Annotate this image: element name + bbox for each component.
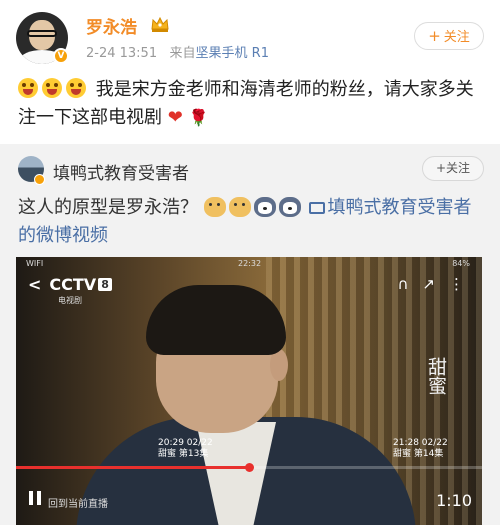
video-link-icon [309,202,326,214]
episode-14-title: 甜蜜 第14集 [393,449,444,459]
avatar-glasses [27,30,57,37]
repost-follow-label: 关注 [446,161,471,175]
husky-emoji-icon [278,197,301,217]
episode-marker-14: 21:28 02/22 甜蜜 第14集 [393,438,448,460]
episode-14-time: 21:28 02/22 [393,438,448,448]
post-timestamp: 2-24 13:51 [86,46,158,61]
video-progress-fill [16,466,249,469]
repost-card[interactable]: 填鸭式教育受害者 +关注 这人的原型是罗永浩？ 填鸭式教育受害者的微博视频 WI… [0,144,500,525]
rose-icon: 🌹 [188,108,209,127]
video-progress-bar[interactable] [16,463,482,472]
post-body: 我是宋方金老师和海清老师的粉丝，请大家多关注一下这部电视剧 [18,79,474,128]
video-person-hair [146,285,286,355]
channel-logo: < CCTV 8 [28,275,138,297]
plus-icon: + [435,161,447,175]
repost-text: 这人的原型是罗永浩？ 填鸭式教育受害者的微博视频 [18,194,488,250]
post-text: 我是宋方金老师和海清老师的粉丝，请大家多关注一下这部电视剧 ❤ 🌹 [18,76,484,132]
repost-header: 填鸭式教育受害者 +关注 [0,144,500,190]
post-source-link[interactable]: 坚果手机 R1 [196,46,269,61]
verified-badge-icon [34,174,45,185]
husky-emoji-icon [253,197,276,217]
pause-icon[interactable] [29,491,41,505]
follow-label: 关注 [443,30,470,45]
crown-icon [151,16,169,32]
status-clock: 22:32 [238,259,262,268]
repost-username[interactable]: 填鸭式教育受害者 [53,159,189,184]
laughing-emoji-icon [18,78,38,98]
show-watermark: 甜蜜 [425,357,447,395]
video-top-icons: ∩ ↗ ⋮ [383,275,464,293]
follow-button[interactable]: + 关注 [414,22,484,50]
repost-follow-button[interactable]: +关注 [422,156,484,181]
plus-icon: + [428,27,441,45]
channel-name: CCTV [49,275,97,294]
repost-body: 这人的原型是罗永浩？ [18,197,198,218]
episode-13-title: 甜蜜 第13集 [158,449,209,459]
back-icon: < [28,275,42,294]
headphones-icon: ∩ [397,275,409,293]
more-icon: ⋮ [449,275,464,293]
post-source-prefix: 来自 [169,46,196,61]
channel-number: 8 [98,278,112,291]
channel-subtitle: 电视剧 [58,296,82,305]
video-duration: 1:10 [436,491,472,510]
laughing-emoji-icon [42,78,62,98]
verified-badge-icon: V [53,48,69,64]
post-header: V 罗永浩 2-24 13:51 来自坚果手机 R1 + 关注 [0,0,500,70]
battery-label: 84% [452,259,470,268]
video-player[interactable]: WIFI 22:32 84% < CCTV 8 电视剧 ∩ ↗ ⋮ 甜蜜 20:29 0… [16,257,482,525]
video-progress-handle[interactable] [245,463,254,472]
back-to-live-label[interactable]: 回到当前直播 [48,495,108,510]
wifi-label: WIFI [26,259,44,268]
video-statusbar: WIFI 22:32 84% [16,257,482,271]
laughing-emoji-icon [66,78,86,98]
doge-emoji-icon [203,197,226,217]
episode-marker-13: 20:29 02/22 甜蜜 第13集 [158,438,213,460]
heart-icon: ❤ [167,107,183,128]
share-icon: ↗ [422,275,435,293]
username[interactable]: 罗永浩 [86,13,137,38]
doge-emoji-icon [228,197,251,217]
post-meta: 2-24 13:51 来自坚果手机 R1 [86,42,269,61]
episode-13-time: 20:29 02/22 [158,438,213,448]
